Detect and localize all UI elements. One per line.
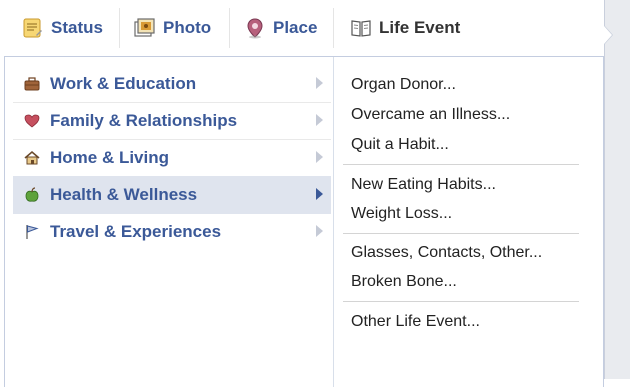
composer-tabs: Status Photo Place Life Event	[0, 0, 604, 56]
subitem-broken-bone[interactable]: Broken Bone...	[351, 268, 457, 296]
tab-place-label: Place	[273, 18, 318, 37]
subitem-overcame-illness[interactable]: Overcame an Illness...	[351, 101, 510, 129]
chevron-right-icon	[316, 77, 323, 89]
tab-photo-label: Photo	[163, 18, 212, 37]
chevron-right-icon	[316, 188, 323, 200]
rail-pointer-fill	[604, 26, 612, 44]
tab-life-event-label: Life Event	[379, 18, 461, 37]
tab-divider	[333, 8, 334, 48]
apple-icon	[23, 186, 41, 204]
category-health-wellness[interactable]: Health & Wellness	[13, 176, 331, 214]
status-note-icon	[22, 17, 44, 39]
subitem-other-life-event[interactable]: Other Life Event...	[351, 308, 480, 336]
category-label: Home & Living	[50, 147, 170, 167]
chevron-right-icon	[316, 151, 323, 163]
place-pin-icon	[244, 17, 266, 39]
briefcase-icon	[23, 75, 41, 93]
subitem-weight-loss[interactable]: Weight Loss...	[351, 200, 452, 228]
flag-icon	[23, 223, 41, 241]
subitem-separator	[343, 301, 579, 302]
category-label: Travel & Experiences	[50, 221, 222, 241]
tab-photo[interactable]: Photo	[134, 6, 211, 50]
category-work-education[interactable]: Work & Education	[13, 65, 331, 103]
category-travel-experiences[interactable]: Travel & Experiences	[13, 213, 331, 250]
subcategory-list: Organ Donor... Overcame an Illness... Qu…	[335, 57, 601, 387]
tab-life-event[interactable]: Life Event	[350, 6, 460, 50]
tab-divider	[119, 8, 120, 48]
house-icon	[23, 149, 41, 167]
subitem-quit-habit[interactable]: Quit a Habit...	[351, 131, 449, 159]
subitem-glasses-contacts[interactable]: Glasses, Contacts, Other...	[351, 239, 542, 267]
subitem-separator	[343, 233, 579, 234]
chevron-right-icon	[316, 114, 323, 126]
category-label: Health & Wellness	[50, 184, 198, 204]
tab-status-label: Status	[51, 18, 103, 37]
category-family-relationships[interactable]: Family & Relationships	[13, 102, 331, 140]
category-label: Family & Relationships	[50, 110, 238, 130]
tab-place[interactable]: Place	[244, 6, 317, 50]
photo-icon	[134, 17, 156, 39]
right-rail	[604, 0, 630, 379]
subitem-separator	[343, 164, 579, 165]
heart-icon	[23, 112, 41, 130]
chevron-right-icon	[316, 225, 323, 237]
subitem-organ-donor[interactable]: Organ Donor...	[351, 71, 456, 99]
category-label: Work & Education	[50, 73, 197, 93]
life-event-dropdown: Work & Education Family & Relationships …	[4, 56, 604, 387]
category-list: Work & Education Family & Relationships …	[5, 57, 334, 387]
subitem-new-eating-habits[interactable]: New Eating Habits...	[351, 171, 496, 199]
book-icon	[350, 17, 372, 39]
tab-divider	[229, 8, 230, 48]
category-home-living[interactable]: Home & Living	[13, 139, 331, 177]
tab-status[interactable]: Status	[22, 6, 103, 50]
